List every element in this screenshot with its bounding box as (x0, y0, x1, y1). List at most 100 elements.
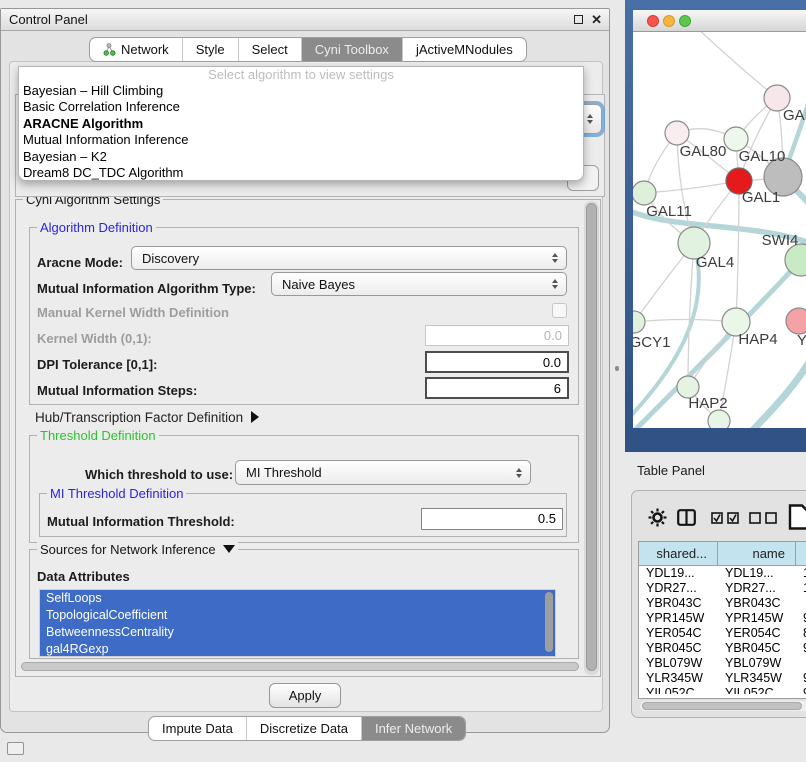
zoom-traffic-light-icon[interactable] (679, 15, 691, 27)
node-gal11[interactable] (633, 181, 656, 205)
mi-threshold-label: Mutual Information Threshold: (47, 514, 235, 529)
mi-steps-label: Mutual Information Steps: (37, 383, 197, 398)
node-gcy1[interactable] (633, 311, 645, 333)
table-row[interactable]: YLR345W YLR345W 9. (639, 671, 806, 686)
dpi-tolerance-field[interactable]: 0.0 (425, 351, 569, 373)
cell: YIL052C (718, 686, 796, 694)
checked-boxes-icon[interactable] (711, 512, 741, 524)
table-row[interactable]: YBR045C YBR045C 9. (639, 641, 806, 656)
mi-threshold-group-title: MI Threshold Definition (47, 486, 186, 501)
list-item[interactable]: BetweennessCentrality (40, 624, 555, 641)
minimize-traffic-light-icon[interactable] (663, 15, 675, 27)
list-item[interactable]: SelfLoops (40, 590, 555, 607)
tab-network[interactable]: Network (90, 38, 183, 61)
node-bottom[interactable] (708, 410, 730, 428)
data-attributes-label: Data Attributes (37, 569, 130, 584)
dropdown-placeholder: Select algorithm to view settings (19, 67, 583, 83)
cell: 9. (796, 686, 806, 694)
node-table: shared... name YDL19... YDL19... 13 YDR2… (638, 541, 806, 699)
tab-style-label: Style (196, 42, 225, 57)
apply-button[interactable]: Apply (269, 683, 341, 708)
table-row[interactable]: YER054C YER054C 8. (639, 626, 806, 641)
table-row[interactable]: YPR145W YPR145W 9. (639, 611, 806, 626)
settings-scrollbar-thumb[interactable] (586, 203, 597, 671)
node-label: HAP2 (688, 395, 727, 412)
attributes-scrollbar-thumb[interactable] (545, 592, 553, 652)
dropdown-item-selected[interactable]: ARACNE Algorithm (19, 116, 583, 132)
kernel-width-field[interactable]: 0.0 (425, 325, 569, 346)
columns-icon[interactable] (677, 509, 696, 526)
expander-expanded-icon (223, 545, 235, 553)
table-hscrollbar[interactable] (640, 701, 806, 711)
table-row[interactable]: YDR27... YDR27... 12 (639, 581, 806, 596)
mi-threshold-field[interactable]: 0.5 (421, 508, 563, 530)
tab-discretize-data[interactable]: Discretize Data (247, 717, 362, 740)
table-row[interactable]: YBR043C YBR043C (639, 596, 806, 611)
list-item[interactable]: gal4RGexp (40, 641, 555, 657)
tab-select[interactable]: Select (239, 38, 302, 61)
cell: 13 (796, 566, 806, 581)
minimized-panel-icon[interactable] (7, 742, 24, 755)
apply-button-label: Apply (289, 688, 322, 703)
dropdown-item[interactable]: Bayesian – Hill Climbing (19, 83, 583, 99)
node-gal80[interactable] (665, 121, 689, 145)
aracne-mode-select[interactable]: Discovery (131, 246, 567, 270)
table-panel-title: Table Panel (637, 463, 705, 478)
node-pink-right[interactable] (786, 308, 806, 334)
network-canvas[interactable]: GAL GAL80 GAL10 GAL1 GAL11 GAL4 SWI4 GCY… (633, 32, 806, 428)
cell: YBR045C (639, 641, 718, 656)
dropdown-item[interactable]: Dream8 DC_TDC Algorithm (19, 165, 583, 181)
node-label: Y (797, 332, 806, 349)
tab-infer-network[interactable]: Infer Network (362, 717, 465, 740)
mi-type-select[interactable]: Naive Bayes (271, 272, 567, 296)
cell: 9. (796, 641, 806, 656)
close-icon[interactable]: ✕ (591, 13, 602, 26)
expander-collapsed-icon (251, 411, 259, 423)
panel-splitter-handle[interactable] (615, 366, 619, 371)
column-header-shared-name[interactable]: shared... (639, 542, 718, 565)
cell: YER054C (639, 626, 718, 641)
mi-type-value: Naive Bayes (282, 277, 355, 292)
mi-steps-field[interactable]: 6 (425, 377, 569, 399)
column-header-name[interactable]: name (718, 542, 796, 565)
table-hscrollbar-thumb[interactable] (642, 702, 802, 710)
algorithm-dropdown-popup: Select algorithm to view settings Bayesi… (18, 66, 584, 181)
table-row[interactable]: YBL079W YBL079W (639, 656, 806, 671)
hub-definition-label: Hub/Transcription Factor Definition (35, 410, 243, 425)
table-header-row: shared... name (639, 542, 806, 566)
cell: 9. (796, 611, 806, 626)
tab-impute-data-label: Impute Data (162, 721, 233, 736)
node-label: GAL11 (646, 203, 692, 220)
tab-infer-network-label: Infer Network (375, 721, 452, 736)
data-attributes-list[interactable]: SelfLoops TopologicalCoefficient Between… (39, 589, 556, 657)
float-window-icon[interactable] (574, 15, 583, 24)
dropdown-item[interactable]: Bayesian – K2 (19, 149, 583, 165)
tab-cyni-toolbox-label: Cyni Toolbox (315, 42, 389, 57)
aracne-mode-value: Discovery (142, 251, 199, 266)
sources-group-title[interactable]: Sources for Network Inference (37, 542, 238, 557)
threshold-definition-title: Threshold Definition (37, 428, 159, 443)
control-panel-titlebar: Control Panel ✕ (1, 9, 609, 31)
manual-kernel-checkbox[interactable] (552, 303, 567, 318)
tab-style[interactable]: Style (183, 38, 239, 61)
dropdown-item[interactable]: Basic Correlation Inference (19, 99, 583, 115)
tab-jactivemnodules[interactable]: jActiveMNodules (403, 38, 526, 61)
tab-cyni-toolbox[interactable]: Cyni Toolbox (302, 38, 403, 61)
desktop: Control Panel ✕ Network Style (0, 0, 806, 762)
gear-icon[interactable] (648, 508, 667, 527)
kernel-width-label: Kernel Width (0,1): (37, 331, 152, 346)
document-icon[interactable] (788, 504, 806, 530)
settings-hscrollbar-thumb[interactable] (21, 662, 579, 671)
tab-impute-data[interactable]: Impute Data (149, 717, 247, 740)
unchecked-boxes-icon[interactable] (749, 512, 779, 524)
table-row[interactable]: YDL19... YDL19... 13 (639, 566, 806, 581)
cell: 12 (796, 581, 806, 596)
combo-arrows-icon (552, 279, 558, 289)
column-header-cut[interactable] (796, 542, 806, 565)
dropdown-item[interactable]: Mutual Information Inference (19, 132, 583, 148)
which-threshold-select[interactable]: MI Threshold (235, 460, 531, 485)
list-item[interactable]: TopologicalCoefficient (40, 607, 555, 624)
hub-definition-expander[interactable]: Hub/Transcription Factor Definition (35, 410, 259, 425)
close-traffic-light-icon[interactable] (647, 15, 659, 27)
table-row-clipped[interactable]: YIL052C YIL052C 9. (639, 686, 806, 694)
